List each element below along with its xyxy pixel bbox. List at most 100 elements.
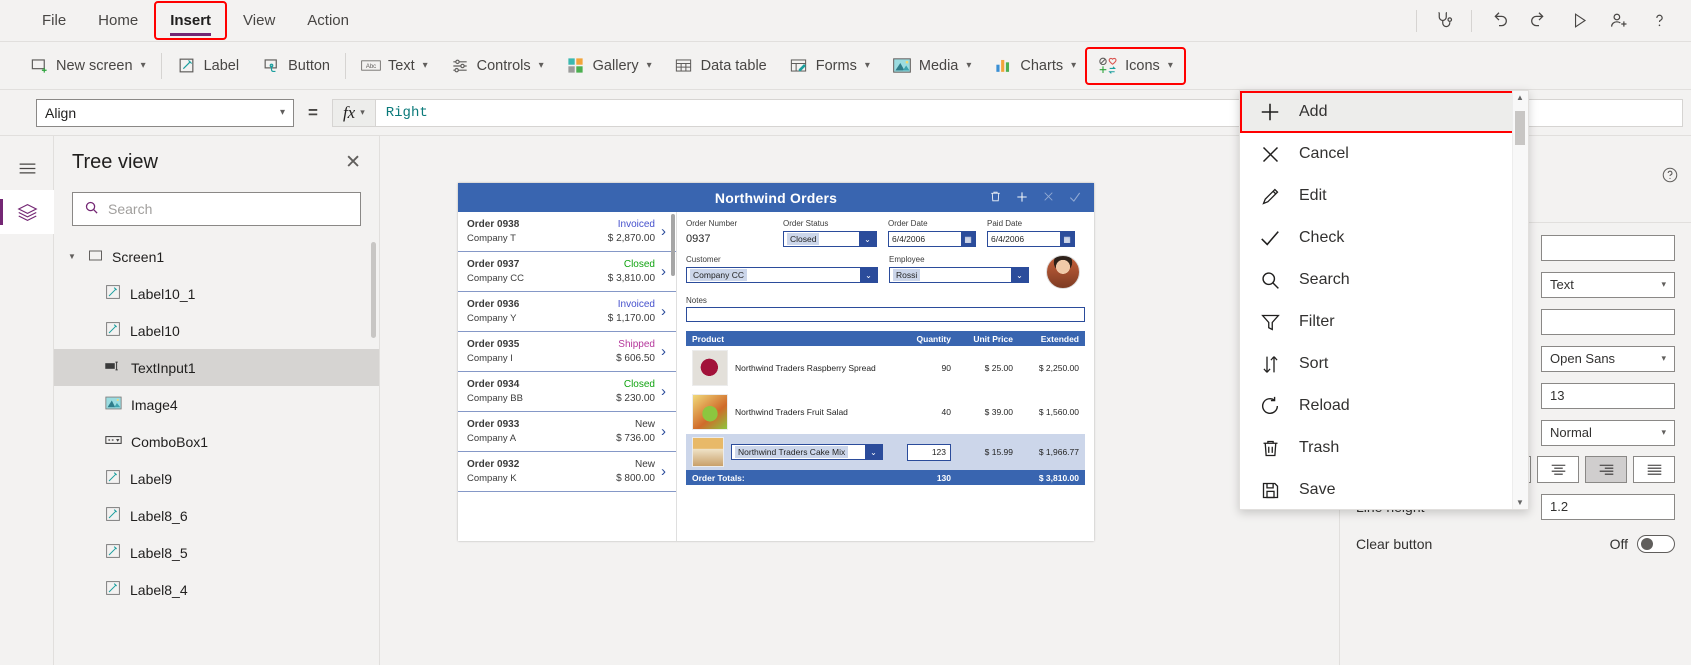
close-x-icon[interactable] (1042, 190, 1055, 205)
ribbon-data-table[interactable]: Data table (663, 49, 778, 83)
scroll-up-icon[interactable]: ▲ (1515, 93, 1525, 102)
help-icon[interactable] (1641, 5, 1677, 37)
order-row[interactable]: Order 0933 New Company A $ 736.00 › (458, 412, 676, 452)
tree-node-textinput1[interactable]: TextInput1 (54, 349, 379, 386)
icon-menu-item-reload[interactable]: Reload (1240, 385, 1528, 427)
notes-input[interactable] (686, 307, 1085, 322)
ribbon-label[interactable]: Label (166, 49, 250, 83)
scrollbar-thumb[interactable] (1515, 111, 1525, 145)
icon-menu-item-add[interactable]: Add (1240, 91, 1528, 133)
icons-menu-scrollbar[interactable]: ▲ ▼ (1512, 91, 1528, 509)
icon-menu-item-filter[interactable]: Filter (1240, 301, 1528, 343)
product-row-selected[interactable]: Northwind Traders Cake Mix ⌄ 123 $ 15.99… (686, 434, 1085, 470)
orders-scrollbar[interactable] (671, 214, 675, 276)
chevron-down-icon[interactable]: ⌄ (859, 232, 876, 246)
ribbon-icons[interactable]: Icons ▾ (1085, 46, 1186, 85)
tree-node-combobox1[interactable]: ComboBox1 (54, 423, 379, 460)
product-combobox[interactable]: Northwind Traders Cake Mix ⌄ (731, 444, 883, 460)
ribbon-media[interactable]: Media ▾ (881, 49, 983, 83)
product-row[interactable]: Northwind Traders Fruit Salad 40 $ 39.00… (686, 390, 1085, 434)
product-row[interactable]: Northwind Traders Raspberry Spread 90 $ … (686, 346, 1085, 390)
tree-node-label8-6[interactable]: Label8_6 (54, 497, 379, 534)
ribbon-button[interactable]: Button (250, 49, 341, 83)
ribbon-charts[interactable]: Charts ▾ (982, 49, 1087, 83)
undo-icon[interactable] (1481, 5, 1517, 37)
chevron-down-icon[interactable]: ⌄ (865, 445, 882, 459)
tree-node-screen1[interactable]: ▼ Screen1 (54, 238, 379, 275)
property-input-hint-text[interactable] (1541, 308, 1675, 335)
customer-combobox[interactable]: Company CC ⌄ (686, 267, 878, 283)
help-icon[interactable] (1661, 166, 1679, 189)
search-input[interactable]: Search (72, 192, 361, 226)
tree-view-rail-icon[interactable] (0, 190, 54, 234)
quantity-input[interactable]: 123 (907, 443, 951, 461)
calendar-icon[interactable]: ▦ (1060, 232, 1074, 246)
fx-button[interactable]: fx ▾ (331, 98, 376, 127)
menu-item-action[interactable]: Action (293, 3, 363, 38)
chevron-down-icon[interactable]: ⌄ (860, 268, 877, 282)
property-input-font-size[interactable]: 13 (1541, 382, 1675, 409)
icon-menu-item-sort[interactable]: Sort (1240, 343, 1528, 385)
menu-item-file[interactable]: File (28, 3, 80, 38)
chevron-right-icon[interactable]: › (655, 223, 672, 240)
plus-icon[interactable] (1015, 190, 1029, 206)
align-center-icon[interactable] (1537, 456, 1579, 483)
scroll-down-icon[interactable]: ▼ (1515, 498, 1525, 507)
chevron-right-icon[interactable]: › (655, 263, 672, 280)
icon-menu-item-cancel[interactable]: Cancel (1240, 133, 1528, 175)
align-right-icon[interactable] (1585, 456, 1627, 483)
property-selector[interactable]: Align ▾ (36, 98, 294, 127)
chevron-right-icon[interactable]: › (655, 463, 672, 480)
share-user-icon[interactable] (1601, 5, 1637, 37)
order-row[interactable]: Order 0937 Closed Company CC $ 3,810.00 … (458, 252, 676, 292)
icon-menu-item-trash[interactable]: Trash (1240, 427, 1528, 469)
property-select-font-weight[interactable]: Normal ▾ (1541, 419, 1675, 446)
property-select-font[interactable]: Open Sans ▾ (1541, 345, 1675, 372)
ribbon-text[interactable]: Abc Text ▾ (350, 49, 439, 83)
chevron-right-icon[interactable]: › (655, 303, 672, 320)
chevron-right-icon[interactable]: › (655, 383, 672, 400)
menu-item-insert[interactable]: Insert (154, 1, 228, 40)
ribbon-gallery[interactable]: Gallery ▾ (555, 49, 663, 83)
menu-item-view[interactable]: View (229, 3, 289, 38)
order-row[interactable]: Order 0934 Closed Company BB $ 230.00 › (458, 372, 676, 412)
icon-menu-item-edit[interactable]: Edit (1240, 175, 1528, 217)
property-input-default[interactable] (1541, 234, 1675, 261)
hamburger-menu-icon[interactable] (0, 146, 54, 190)
tree-node-label8-4[interactable]: Label8_4 (54, 571, 379, 608)
icon-menu-item-check[interactable]: Check (1240, 217, 1528, 259)
calendar-icon[interactable]: ▦ (961, 232, 975, 246)
order-status-combobox[interactable]: Closed ⌄ (783, 231, 877, 247)
check-icon[interactable] (1068, 190, 1082, 206)
order-row[interactable]: Order 0938 Invoiced Company T $ 2,870.00… (458, 212, 676, 252)
align-justify-icon[interactable] (1633, 456, 1675, 483)
tree-scrollbar[interactable] (371, 242, 376, 338)
tree-node-label10[interactable]: Label10 (54, 312, 379, 349)
order-row[interactable]: Order 0936 Invoiced Company Y $ 1,170.00… (458, 292, 676, 332)
menu-item-home[interactable]: Home (84, 3, 152, 38)
ribbon-forms[interactable]: Forms ▾ (778, 49, 881, 83)
chevron-down-icon[interactable]: ⌄ (1011, 268, 1028, 282)
property-input-line-height[interactable]: 1.2 (1541, 493, 1675, 520)
ribbon-controls[interactable]: Controls ▾ (439, 49, 555, 83)
order-date-picker[interactable]: 6/4/2006 ▦ (888, 231, 976, 247)
paid-date-picker[interactable]: 6/4/2006 ▦ (987, 231, 1075, 247)
tree-node-label10-1[interactable]: Label10_1 (54, 275, 379, 312)
property-select-format[interactable]: Text ▾ (1541, 271, 1675, 298)
trash-icon[interactable] (989, 190, 1002, 205)
clear-button-toggle[interactable] (1637, 534, 1675, 553)
chevron-right-icon[interactable]: › (655, 343, 672, 360)
tree-node-label8-5[interactable]: Label8_5 (54, 534, 379, 571)
stethoscope-icon[interactable] (1426, 5, 1462, 37)
icon-menu-item-search[interactable]: Search (1240, 259, 1528, 301)
tree-node-image4[interactable]: Image4 (54, 386, 379, 423)
chevron-right-icon[interactable]: › (655, 423, 672, 440)
employee-combobox[interactable]: Rossi ⌄ (889, 267, 1029, 283)
icon-menu-item-save[interactable]: Save (1240, 469, 1528, 509)
order-row[interactable]: Order 0932 New Company K $ 800.00 › (458, 452, 676, 492)
order-row[interactable]: Order 0935 Shipped Company I $ 606.50 › (458, 332, 676, 372)
redo-icon[interactable] (1521, 5, 1557, 37)
play-icon[interactable] (1561, 5, 1597, 37)
chevron-expanded-icon[interactable]: ▼ (68, 252, 79, 261)
close-icon[interactable]: ✕ (345, 153, 361, 172)
